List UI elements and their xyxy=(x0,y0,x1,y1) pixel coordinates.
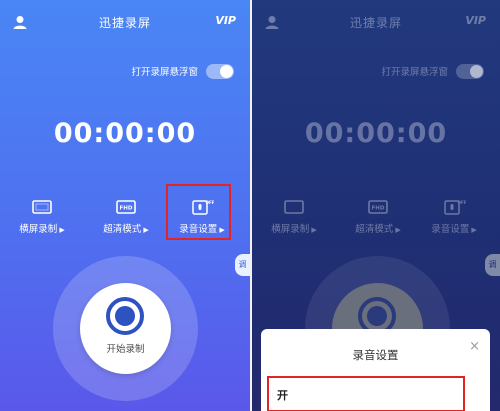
record-icon xyxy=(106,297,144,335)
float-window-toggle xyxy=(456,63,484,79)
audio-option-on[interactable]: 开 xyxy=(267,376,465,411)
vip-button: VIP xyxy=(465,14,486,27)
toggle-knob xyxy=(220,64,233,78)
float-window-row: 打开录屏悬浮窗 xyxy=(131,62,234,80)
triangle-right-icon: ▶ xyxy=(143,226,149,234)
sheet-title: 录音设置 xyxy=(352,348,399,362)
float-window-label: 打开录屏悬浮窗 xyxy=(381,67,448,78)
fhd-icon: FHD xyxy=(116,200,136,214)
top-bar: 迅捷录屏 VIP xyxy=(0,10,250,36)
landscape-mode-label: 横屏录制 xyxy=(19,224,58,235)
svg-text:FHD: FHD xyxy=(372,206,385,212)
float-window-toggle[interactable] xyxy=(206,63,234,79)
triangle-right-icon: ▶ xyxy=(59,226,65,234)
toggle-knob xyxy=(470,64,483,78)
record-timer: 00:00:00 xyxy=(304,118,448,149)
highlight-box-audio-settings xyxy=(166,184,231,240)
audio-settings-label: 录音设置 xyxy=(431,224,470,235)
float-window-row: 打开录屏悬浮窗 xyxy=(381,62,484,80)
top-bar: 迅捷录屏 VIP xyxy=(252,10,500,36)
triangle-right-icon: ▶ xyxy=(311,226,317,234)
vip-button[interactable]: VIP xyxy=(215,14,236,27)
triangle-right-icon: ▶ xyxy=(471,226,477,234)
phone-screen-audio-sheet: 迅捷录屏 VIP 打开录屏悬浮窗 00:00:00 横屏录制 ▶ FHD 超清模… xyxy=(252,0,500,411)
float-window-label: 打开录屏悬浮窗 xyxy=(131,67,198,78)
hd-mode-label: 超清模式 xyxy=(355,224,394,235)
svg-text:FHD: FHD xyxy=(120,206,133,212)
landscape-screen-icon xyxy=(284,200,304,214)
phone-screen-main: 迅捷录屏 VIP 打开录屏悬浮窗 00:00:00 横屏录制 ▶ FHD 超清模… xyxy=(0,0,250,411)
app-title: 迅捷录屏 xyxy=(349,16,402,30)
side-adjust-tab[interactable]: 调 xyxy=(235,254,250,276)
audio-settings-sheet: 录音设置 × 开 xyxy=(261,329,490,411)
fhd-icon: FHD xyxy=(368,200,388,214)
landscape-mode-button[interactable]: 横屏录制 ▶ xyxy=(6,195,78,237)
app-title: 迅捷录屏 xyxy=(98,16,151,30)
triangle-right-icon: ▶ xyxy=(395,226,401,234)
audio-option-on-label: 开 xyxy=(277,389,288,402)
start-record-label: 开始录制 xyxy=(106,344,145,355)
screenshot-stage: 迅捷录屏 VIP 打开录屏悬浮窗 00:00:00 横屏录制 ▶ FHD 超清模… xyxy=(0,0,500,411)
hd-mode-button: FHD 超清模式 ▶ xyxy=(342,195,414,237)
close-icon[interactable]: × xyxy=(469,339,480,354)
mode-options: 横屏录制 ▶ FHD 超清模式 ▶ OFF 录音设置 ▶ xyxy=(252,195,500,240)
start-record-button[interactable]: 开始录制 xyxy=(80,283,171,374)
landscape-mode-button: 横屏录制 ▶ xyxy=(258,195,330,237)
svg-text:OFF: OFF xyxy=(458,200,466,205)
hd-mode-label: 超清模式 xyxy=(103,224,142,235)
hd-mode-button[interactable]: FHD 超清模式 ▶ xyxy=(90,195,162,237)
mic-off-icon: OFF xyxy=(444,200,466,215)
audio-settings-button: OFF 录音设置 ▶ xyxy=(418,195,490,237)
side-adjust-tab: 调 xyxy=(485,254,500,276)
landscape-screen-icon xyxy=(32,200,52,214)
landscape-mode-label: 横屏录制 xyxy=(271,224,310,235)
record-timer: 00:00:00 xyxy=(53,118,197,149)
